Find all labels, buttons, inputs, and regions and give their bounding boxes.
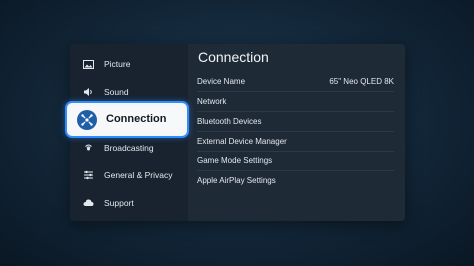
picture-icon <box>81 58 95 70</box>
sidebar-item-label: General & Privacy <box>104 170 173 180</box>
sidebar-item-label: Broadcasting <box>104 143 154 153</box>
sidebar-item-label: Support <box>104 198 134 208</box>
menu-row-game-mode-settings[interactable]: Game Mode Settings <box>197 150 394 171</box>
sound-icon <box>81 86 95 98</box>
menu-row-apple-airplay-settings[interactable]: Apple AirPlay Settings <box>197 170 394 190</box>
broadcasting-icon <box>81 142 95 154</box>
sidebar-item-label: Picture <box>104 59 131 69</box>
row-label: Bluetooth Devices <box>197 116 262 126</box>
connection-content: Connection Device Name 65" Neo QLED 8K N… <box>188 44 405 221</box>
menu-row-network[interactable]: Network <box>197 91 394 112</box>
sidebar-item-label: Connection <box>106 113 167 125</box>
row-label: Device Name <box>197 76 246 86</box>
general-privacy-icon <box>81 169 95 181</box>
sidebar-item-connection[interactable]: Connection <box>65 101 189 138</box>
row-label: Network <box>197 96 227 106</box>
row-label: External Device Manager <box>197 136 287 146</box>
connection-icon <box>77 110 97 130</box>
sidebar-item-picture[interactable]: Picture <box>70 53 188 75</box>
row-label: Game Mode Settings <box>197 155 273 165</box>
sidebar-item-sound[interactable]: Sound <box>70 81 188 103</box>
page-title: Connection <box>198 49 269 65</box>
menu-row-bluetooth-devices[interactable]: Bluetooth Devices <box>197 111 394 132</box>
sidebar-item-broadcasting[interactable]: Broadcasting <box>70 137 188 159</box>
row-label: Apple AirPlay Settings <box>197 175 276 185</box>
sidebar-item-general-privacy[interactable]: General & Privacy <box>70 164 188 186</box>
menu-row-device-name[interactable]: Device Name 65" Neo QLED 8K <box>197 71 394 92</box>
support-icon <box>81 197 95 209</box>
row-value: 65" Neo QLED 8K <box>329 76 394 86</box>
menu-row-external-device-manager[interactable]: External Device Manager <box>197 131 394 152</box>
sidebar-item-label: Sound <box>104 87 129 97</box>
sidebar-item-support[interactable]: Support <box>70 192 188 214</box>
